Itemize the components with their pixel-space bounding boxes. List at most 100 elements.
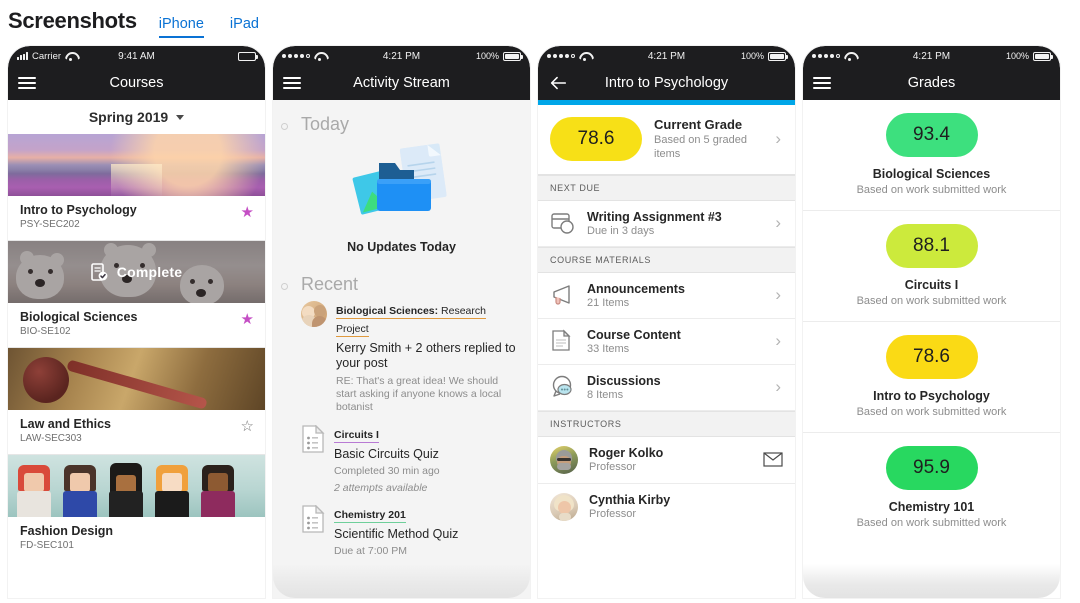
nav-title: Grades [907,75,956,91]
activity-course-link[interactable]: Chemistry 201 [334,508,406,523]
list-item-announcements[interactable]: Announcements 21 Items › [538,272,795,319]
tab-iphone[interactable]: iPhone [158,16,204,38]
battery-icon [768,51,788,61]
list-item-sub: 8 Items [587,388,624,401]
activity-course-link[interactable]: Biological Sciences: Research Project [336,305,486,337]
grades-scroll-area[interactable]: 93.4 Biological Sciences Based on work s… [803,100,1060,598]
course-code: LAW-SEC303 [20,433,82,444]
status-bar: 4:21 PM 100% [538,46,795,66]
bottom-fade [273,564,530,598]
section-header-next-due: NEXT DUE [538,174,795,201]
list-item-instructor[interactable]: Cynthia Kirby Professor [538,483,795,530]
current-grade-row[interactable]: 78.6 Current Grade Based on 5 graded ite… [538,105,795,175]
list-item-instructor[interactable]: Roger Kolko Professor [538,436,795,484]
activity-item[interactable]: Chemistry 201 Scientific Method Quiz Due… [273,501,530,565]
grade-card[interactable]: 88.1 Circuits I Based on work submitted … [803,211,1060,322]
wifi-icon [65,52,76,61]
no-updates-illustration-icon [352,143,447,215]
list-item-discussions[interactable]: Discussions 8 Items › [538,364,795,411]
course-code: FD-SEC101 [20,540,74,551]
list-item-title: Course Content [587,327,681,342]
recent-heading: Recent [301,274,359,294]
course-name: Fashion Design [20,524,114,538]
signal-dots-icon [547,54,575,58]
activity-course-link[interactable]: Circuits I [334,428,379,443]
list-item-sub: 21 Items [587,296,630,309]
back-arrow-icon[interactable] [548,73,568,93]
phone-course-detail: 4:21 PM 100% Intro to Psychology 78.6 Cu… [538,46,795,598]
chevron-right-icon: › [775,213,781,232]
avatar [550,445,578,474]
today-heading: Today [301,114,350,134]
avatar [550,492,578,521]
nav-bar: Grades [803,66,1060,100]
phone-activity-stream: 4:21 PM 100% Activity Stream Today No Up… [273,46,530,598]
favorite-star-icon[interactable]: ★ [241,312,254,327]
course-detail-scroll-area[interactable]: 78.6 Current Grade Based on 5 graded ite… [538,105,795,598]
complete-check-icon [90,262,108,281]
activity-course-name: Chemistry 201 [334,508,406,521]
activity-sub: RE: That's a great idea! We should start… [336,374,502,414]
grade-basis: Based on work submitted work [856,406,1007,418]
content-pages-icon [552,329,571,351]
term-selector[interactable]: Spring 2019 [8,100,265,134]
wifi-icon [844,52,855,61]
battery-icon [1033,51,1053,61]
list-item-course-content[interactable]: Course Content 33 Items › [538,318,795,365]
list-item-writing-assignment[interactable]: Writing Assignment #3 Due in 3 days › [538,200,795,247]
activity-course-name: Circuits I [334,428,379,441]
course-name: Law and Ethics [20,417,111,431]
grade-basis: Based on work submitted work [856,184,1007,196]
course-card[interactable]: Intro to Psychology PSY-SEC202 ★ [8,134,265,241]
instructor-name: Roger Kolko [589,446,664,460]
empty-state-label: No Updates Today [347,240,456,254]
page-header: Screenshots iPhone iPad [0,0,1080,46]
course-card[interactable]: Complete Biological Sciences BIO-SE102 ★ [8,241,265,348]
activity-item[interactable]: Biological Sciences: Research Project Ke… [273,297,530,421]
section-header-instructors: INSTRUCTORS [538,410,795,437]
favorite-star-icon[interactable]: ★ [241,205,254,220]
signal-dots-icon [282,54,310,58]
activity-sub-secondary: 2 attempts available [334,481,428,494]
instructor-name: Cynthia Kirby [589,493,671,507]
chevron-right-icon: › [775,377,781,396]
wifi-icon [314,52,325,61]
hamburger-menu-icon[interactable] [283,76,301,90]
activity-item[interactable]: Circuits I Basic Circuits Quiz Completed… [273,421,530,501]
status-bar: 4:21 PM 100% [273,46,530,66]
grade-pill: 88.1 [885,224,978,268]
activity-sub: Completed 30 min ago [334,465,440,478]
wifi-icon [579,52,590,61]
signal-dots-icon [812,54,840,58]
assignment-icon [551,213,574,234]
battery-percent: 100% [1005,51,1029,61]
grade-pill: 95.9 [885,446,978,490]
course-banner-image [8,455,265,517]
hamburger-menu-icon[interactable] [813,76,831,90]
course-complete-badge: Complete [8,241,265,303]
favorite-star-icon[interactable]: ☆ [241,419,254,434]
grade-card[interactable]: 95.9 Chemistry 101 Based on work submitt… [803,433,1060,543]
grade-basis: Based on work submitted work [856,517,1007,529]
grade-pill: 93.4 [885,113,978,157]
battery-icon [503,51,523,61]
discussion-bubble-icon [552,375,572,397]
stream-scroll-area[interactable]: Today No Updates Today Recent Biological… [273,100,530,598]
list-item-title: Discussions [587,373,661,388]
grade-card[interactable]: 93.4 Biological Sciences Based on work s… [803,100,1060,211]
course-code: BIO-SE102 [20,326,71,337]
course-banner-image [8,134,265,196]
tab-ipad[interactable]: iPad [230,16,259,36]
courses-scroll-area[interactable]: Spring 2019 Intro to Psychology PSY-SEC2… [8,100,265,598]
quiz-document-icon [302,504,325,533]
section-header-course-materials: COURSE MATERIALS [538,246,795,273]
grade-card[interactable]: 78.6 Intro to Psychology Based on work s… [803,322,1060,433]
grade-course-name: Chemistry 101 [888,500,975,514]
activity-title: Kerry Smith + 2 others replied to your p… [336,341,516,371]
nav-bar: Courses [8,66,265,100]
status-bar: 4:21 PM 100% [803,46,1060,66]
course-card[interactable]: Fashion Design FD-SEC101 [8,455,265,561]
hamburger-menu-icon[interactable] [18,76,36,90]
course-card[interactable]: Law and Ethics LAW-SEC303 ☆ [8,348,265,455]
envelope-icon[interactable] [763,452,783,467]
